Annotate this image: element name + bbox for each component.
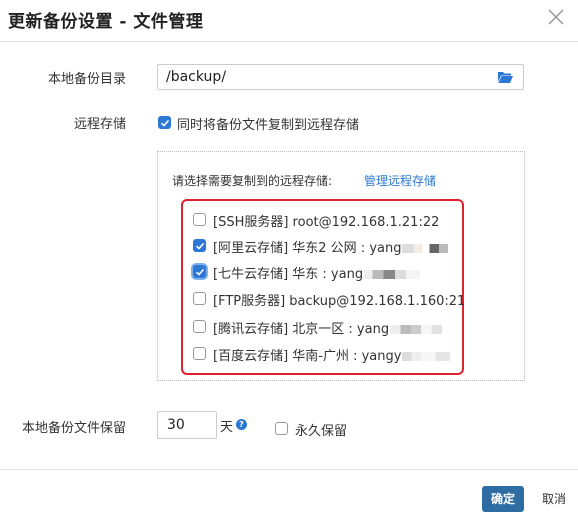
remote-label: 远程存储 xyxy=(73,117,126,132)
question-icon[interactable]: ? xyxy=(236,419,247,430)
redacted-text xyxy=(402,352,451,361)
checkbox-checked-icon xyxy=(160,119,170,127)
storage-checkbox-ftp[interactable] xyxy=(193,292,206,305)
storage-row-baidu: [百度云存储] 华南-广州 : yangy xyxy=(213,345,451,364)
storage-checkbox-aliyun[interactable] xyxy=(193,239,206,252)
storage-label-qiniu: [七牛云存储] 华东 : yang xyxy=(213,267,364,282)
local-dir-input[interactable]: /backup/ xyxy=(157,64,524,90)
redacted-text xyxy=(364,270,421,279)
copy-remote-label: 同时将备份文件复制到远程存储 xyxy=(177,118,360,133)
storage-label-ftp: [FTP服务器] backup@192.168.1.160:21 xyxy=(213,294,466,309)
storage-row-tencent: [腾讯云存储] 北京一区 : yang xyxy=(213,318,443,337)
storage-label-ssh: [SSH服务器] root@192.168.1.21:22 xyxy=(213,215,440,230)
redacted-text xyxy=(390,325,443,334)
storage-row-qiniu: [七牛云存储] 华东 : yang xyxy=(213,263,421,282)
storage-checkbox-baidu[interactable] xyxy=(193,347,206,360)
close-icon[interactable] xyxy=(547,8,565,26)
keep-days-input[interactable]: 30 xyxy=(157,411,217,439)
ok-button[interactable]: 确定 xyxy=(482,486,524,512)
storage-label-tencent: [腾讯云存储] 北京一区 : yang xyxy=(213,322,390,337)
storage-label-aliyun: [阿里云存储] 华东2 公网 : yang xyxy=(213,241,402,256)
checkbox-checked-icon xyxy=(195,268,205,276)
keep-days-value: 30 xyxy=(167,417,185,433)
folder-open-icon[interactable] xyxy=(498,71,513,83)
redacted-text xyxy=(402,244,449,253)
manage-remote-link[interactable]: 管理远程存储 xyxy=(364,172,436,189)
local-dir-value: /backup/ xyxy=(166,69,227,85)
header-divider xyxy=(0,41,578,42)
local-dir-label: 本地备份目录 xyxy=(47,72,126,87)
storage-row-aliyun: [阿里云存储] 华东2 公网 : yang xyxy=(213,237,449,256)
storage-checkbox-tencent[interactable] xyxy=(193,320,206,333)
forever-label: 永久保留 xyxy=(295,424,348,439)
keep-label: 本地备份文件保留 xyxy=(21,421,126,436)
checkbox-checked-icon xyxy=(195,242,205,250)
footer-divider xyxy=(0,469,578,470)
storage-checkbox-qiniu[interactable] xyxy=(193,265,206,278)
forever-checkbox[interactable] xyxy=(275,422,288,435)
storage-checkbox-ssh[interactable] xyxy=(193,213,206,226)
choose-remote-label: 请选择需要复制到的远程存储: xyxy=(172,174,333,188)
storage-label-baidu: [百度云存储] 华南-广州 : yangy xyxy=(213,349,402,364)
dialog-title: 更新备份设置 - 文件管理 xyxy=(8,12,204,32)
copy-remote-checkbox[interactable] xyxy=(158,116,171,129)
keep-unit: 天 xyxy=(220,420,234,435)
cancel-button[interactable]: 取消 xyxy=(542,486,566,512)
